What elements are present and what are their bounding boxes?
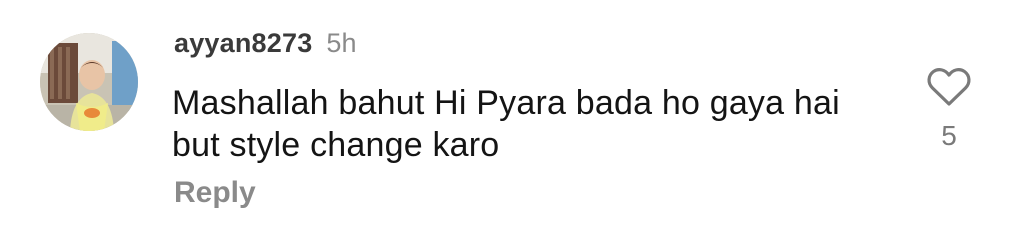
reply-button[interactable]: Reply: [174, 176, 256, 210]
comment-text: Mashallah bahut Hi Pyara bada ho gaya ha…: [172, 84, 840, 164]
comment-meta: ayyan8273 5h: [174, 28, 356, 64]
like-button[interactable]: [926, 66, 972, 108]
timestamp: 5h: [326, 28, 357, 58]
avatar-photo: [40, 33, 138, 131]
comment-item: ayyan8273 5h Mashallah bahut Hi Pyara ba…: [0, 0, 1024, 246]
username-link[interactable]: ayyan8273: [174, 28, 312, 59]
avatar[interactable]: [40, 33, 138, 131]
like-count: 5: [941, 120, 957, 151]
heart-outline-icon: [927, 68, 971, 106]
